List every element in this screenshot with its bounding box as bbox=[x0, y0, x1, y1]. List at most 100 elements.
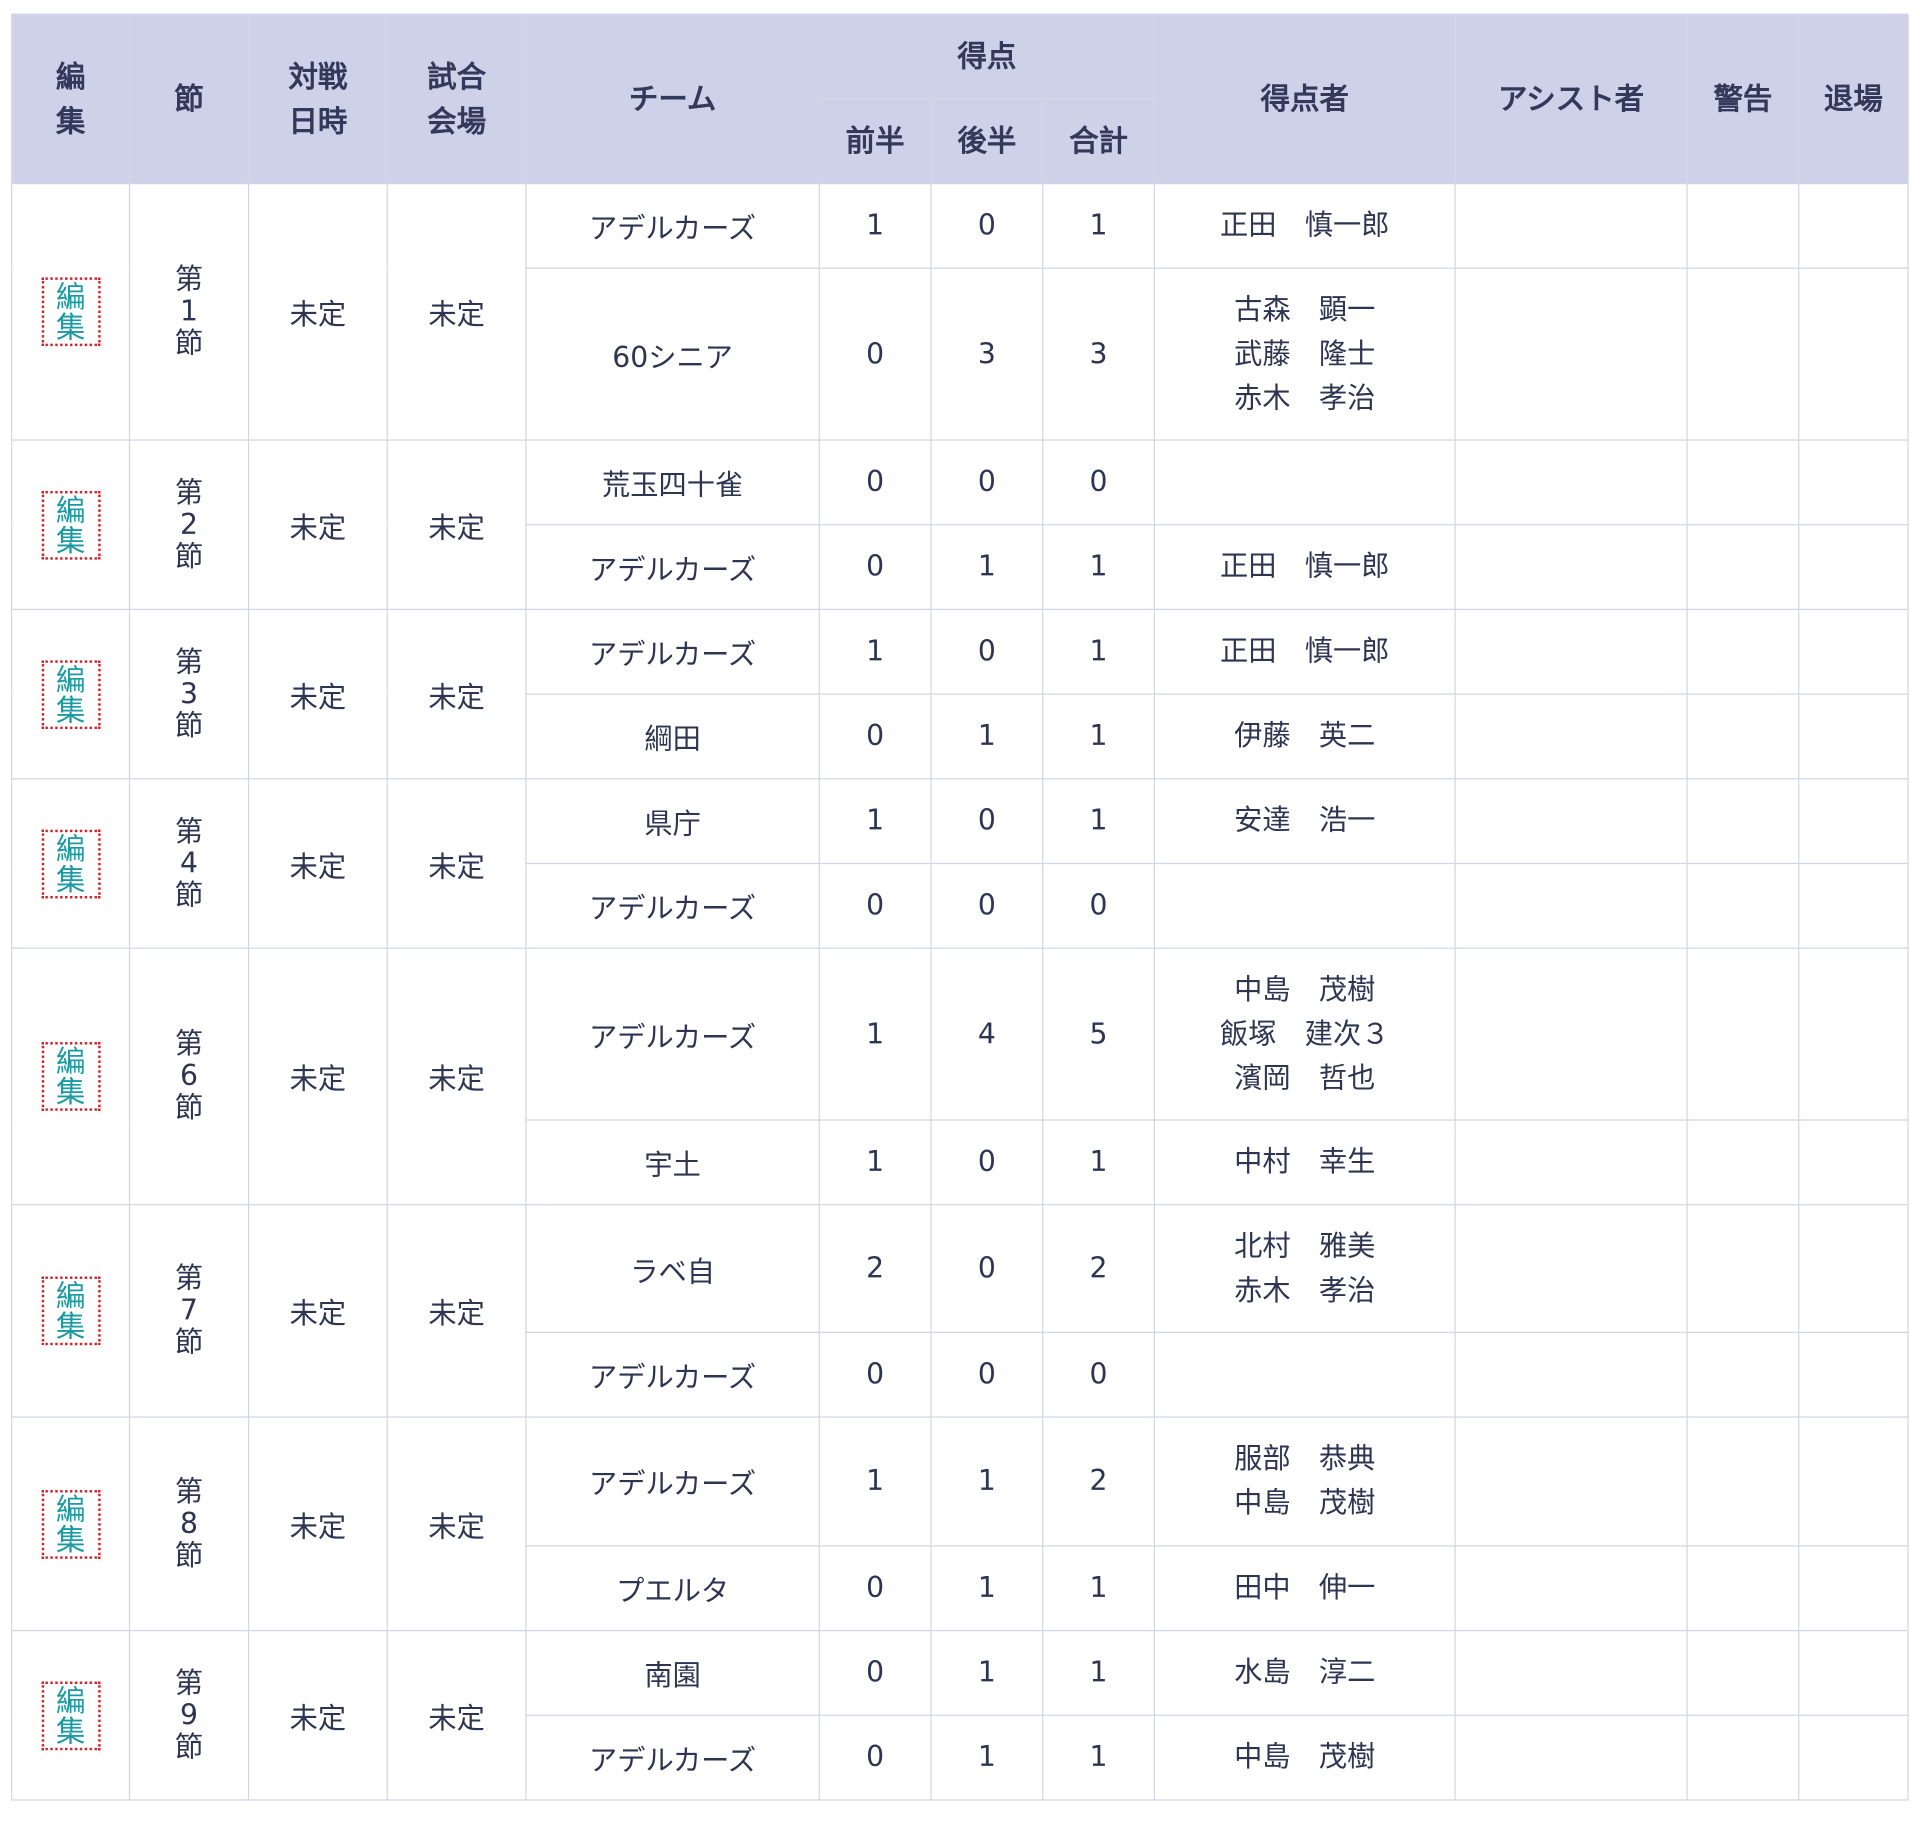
datetime-cell: 未定 bbox=[247, 947, 388, 1206]
edit-button[interactable]: 編集 bbox=[41, 1680, 101, 1750]
edit-button-char: 編 bbox=[55, 1683, 86, 1718]
edit-button-char: 集 bbox=[55, 692, 86, 728]
scorers-cell: 水島 淳二 bbox=[1153, 1629, 1456, 1716]
edit-button[interactable]: 編集 bbox=[41, 277, 101, 347]
section-text: 節 bbox=[174, 1539, 204, 1572]
edit-button[interactable]: 編集 bbox=[41, 1489, 101, 1559]
cautions-cell bbox=[1686, 1119, 1800, 1206]
dismissals-cell bbox=[1798, 608, 1909, 695]
edit-button-char: 編 bbox=[55, 279, 86, 315]
cautions-cell bbox=[1686, 524, 1800, 611]
second-half-cell: 0 bbox=[930, 182, 1044, 269]
edit-button[interactable]: 編集 bbox=[41, 1276, 101, 1346]
cautions-cell bbox=[1686, 947, 1800, 1121]
dismissals-cell bbox=[1798, 1714, 1909, 1801]
edit-button[interactable]: 編集 bbox=[41, 1042, 101, 1111]
edit-cell: 編集 bbox=[11, 439, 131, 611]
scorers-cell: 中島 茂樹 bbox=[1153, 1714, 1456, 1801]
dismissals-cell bbox=[1798, 182, 1909, 269]
edit-cell: 編集 bbox=[11, 1204, 131, 1418]
cautions-cell bbox=[1686, 1204, 1800, 1333]
team-name-cell: アデルカーズ bbox=[525, 1331, 820, 1418]
cautions-cell bbox=[1686, 1416, 1800, 1547]
edit-button-char: 集 bbox=[55, 1714, 86, 1749]
total-cell: 0 bbox=[1042, 862, 1156, 949]
team-name-cell: 綱田 bbox=[525, 693, 820, 780]
total-cell: 2 bbox=[1042, 1416, 1156, 1547]
cautions-cell bbox=[1686, 1629, 1800, 1716]
scorer-name: 飯塚 建次３ bbox=[1220, 1018, 1390, 1051]
assists-cell bbox=[1454, 524, 1688, 611]
header-score: 得点 bbox=[818, 13, 1156, 100]
dismissals-cell bbox=[1798, 947, 1909, 1121]
header-total: 合計 bbox=[1042, 98, 1156, 185]
edit-button-char: 集 bbox=[55, 523, 86, 558]
scorers-cell bbox=[1153, 862, 1456, 949]
venue-cell: 未定 bbox=[386, 947, 527, 1206]
datetime-cell: 未定 bbox=[247, 1629, 388, 1801]
second-half-cell: 0 bbox=[930, 1204, 1044, 1333]
dismissals-cell bbox=[1798, 1204, 1909, 1333]
second-half-cell: 0 bbox=[930, 862, 1044, 949]
first-half-cell: 0 bbox=[818, 439, 932, 526]
total-cell: 1 bbox=[1042, 608, 1156, 695]
first-half-cell: 0 bbox=[818, 524, 932, 611]
total-cell: 1 bbox=[1042, 693, 1156, 780]
assists-cell bbox=[1454, 1545, 1688, 1632]
first-half-cell: 0 bbox=[818, 1331, 932, 1418]
results-body: 編集第 1 節未定 未定 アデルカーズ 1 0 1 正田 慎一郎 60シニア 0 3 3 古森 顕一 武藤 … bbox=[11, 182, 1909, 1801]
table-row: 編集第 3 節未定 未定 アデルカーズ 1 0 1 正田 慎一郎 bbox=[11, 608, 1909, 780]
dismissals-cell bbox=[1798, 267, 1909, 441]
second-half-cell: 1 bbox=[930, 693, 1044, 780]
match-results-table: 編 集 節 対戦 日時 試合 会場 チーム 得点 得点者 アシスト者 警告 退場… bbox=[11, 13, 1909, 1801]
cautions-cell bbox=[1686, 439, 1800, 526]
team-name-cell: アデルカーズ bbox=[525, 608, 820, 695]
assists-cell bbox=[1454, 267, 1688, 441]
edit-cell: 編集 bbox=[11, 182, 131, 441]
first-half-cell: 1 bbox=[818, 778, 932, 865]
second-half-cell: 0 bbox=[930, 1331, 1044, 1418]
edit-button-char: 編 bbox=[55, 831, 86, 866]
team-name-cell: 荒玉四十雀 bbox=[525, 439, 820, 526]
team-name-cell: 60シニア bbox=[525, 267, 820, 441]
cautions-cell bbox=[1686, 1331, 1800, 1418]
dismissals-cell bbox=[1798, 1545, 1909, 1632]
table-row: 編集第 7 節未定 未定 ラベ自 2 0 2 北村 雅美 赤木 孝治 bbox=[11, 1204, 1909, 1418]
first-half-cell: 0 bbox=[818, 267, 932, 441]
section-text: 節 bbox=[174, 879, 204, 912]
section-text: 第 bbox=[174, 815, 204, 848]
dismissals-cell bbox=[1798, 439, 1909, 526]
edit-button[interactable]: 編集 bbox=[41, 829, 101, 898]
datetime-cell: 未定 bbox=[247, 182, 388, 441]
edit-button-char: 編 bbox=[55, 1044, 86, 1079]
cautions-cell bbox=[1686, 267, 1800, 441]
scorer-name: 正田 慎一郎 bbox=[1220, 551, 1390, 584]
datetime-cell: 未定 bbox=[247, 778, 388, 949]
section-cell: 第1節 bbox=[128, 182, 250, 441]
scorer-name: 安達 浩一 bbox=[1234, 805, 1376, 838]
section-number: 6 bbox=[180, 1060, 198, 1093]
dismissals-cell bbox=[1798, 1331, 1909, 1418]
first-half-cell: 1 bbox=[818, 608, 932, 695]
team-name-cell: 県庁 bbox=[525, 778, 820, 865]
assists-cell bbox=[1454, 947, 1688, 1121]
scorer-name: 中村 幸生 bbox=[1234, 1146, 1376, 1179]
assists-cell bbox=[1454, 1119, 1688, 1206]
edit-button[interactable]: 編集 bbox=[41, 490, 101, 560]
assists-cell bbox=[1454, 778, 1688, 865]
section-text: 第 bbox=[174, 646, 204, 679]
scorers-cell: 田中 伸一 bbox=[1153, 1545, 1456, 1632]
venue-cell: 未定 bbox=[386, 182, 527, 441]
team-name-cell: ラベ自 bbox=[525, 1204, 820, 1333]
table-row: 編集第 2 節未定 未定 荒玉四十雀 0 0 0 bbox=[11, 439, 1909, 611]
edit-button[interactable]: 編集 bbox=[41, 659, 101, 729]
second-half-cell: 0 bbox=[930, 1119, 1044, 1206]
first-half-cell: 1 bbox=[818, 182, 932, 269]
table-row: 編集第 1 節未定 未定 アデルカーズ 1 0 1 正田 慎一郎 bbox=[11, 182, 1909, 441]
section-text: 節 bbox=[174, 1731, 204, 1764]
scorers-cell: 正田 慎一郎 bbox=[1153, 608, 1456, 695]
scorer-name: 田中 伸一 bbox=[1234, 1572, 1376, 1605]
venue-cell: 未定 bbox=[386, 1629, 527, 1801]
cautions-cell bbox=[1686, 182, 1800, 269]
total-cell: 3 bbox=[1042, 267, 1156, 441]
